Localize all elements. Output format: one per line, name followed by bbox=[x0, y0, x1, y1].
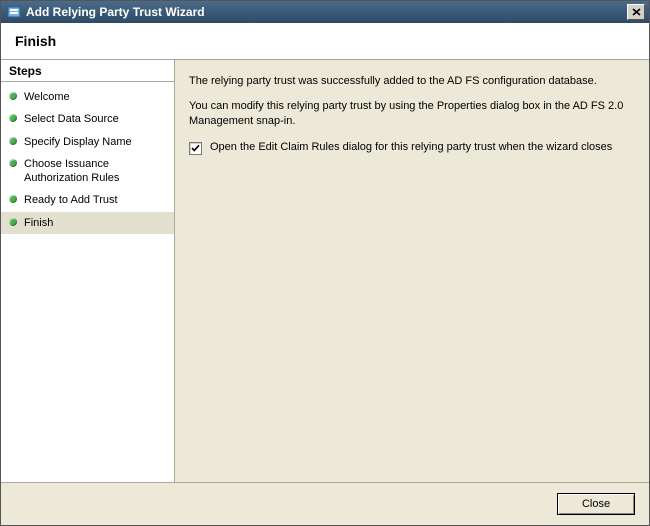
step-bullet-icon bbox=[9, 114, 17, 122]
content-pane: The relying party trust was successfully… bbox=[175, 60, 649, 482]
success-message: The relying party trust was successfully… bbox=[189, 74, 635, 89]
step-choose-issuance-rules[interactable]: Choose Issuance Authorization Rules bbox=[1, 153, 174, 190]
steps-heading: Steps bbox=[1, 60, 174, 82]
step-bullet-icon bbox=[9, 137, 17, 145]
button-bar: Close bbox=[1, 482, 649, 525]
window-title: Add Relying Party Trust Wizard bbox=[26, 5, 627, 19]
step-label: Finish bbox=[24, 216, 53, 230]
step-welcome[interactable]: Welcome bbox=[1, 86, 174, 108]
app-icon bbox=[7, 5, 21, 19]
wizard-body: Steps Welcome Select Data Source Specify… bbox=[1, 60, 649, 482]
checkmark-icon bbox=[190, 143, 201, 154]
page-header: Finish bbox=[1, 23, 649, 60]
open-claim-rules-checkbox[interactable] bbox=[189, 142, 202, 155]
info-message: You can modify this relying party trust … bbox=[189, 99, 635, 129]
wizard-window: Add Relying Party Trust Wizard Finish St… bbox=[0, 0, 650, 526]
step-bullet-icon bbox=[9, 195, 17, 203]
step-ready-to-add-trust[interactable]: Ready to Add Trust bbox=[1, 189, 174, 211]
step-bullet-icon bbox=[9, 218, 17, 226]
steps-sidebar: Steps Welcome Select Data Source Specify… bbox=[1, 60, 175, 482]
step-select-data-source[interactable]: Select Data Source bbox=[1, 108, 174, 130]
close-icon bbox=[632, 8, 641, 16]
open-claim-rules-label: Open the Edit Claim Rules dialog for thi… bbox=[210, 141, 612, 153]
open-claim-rules-option: Open the Edit Claim Rules dialog for thi… bbox=[189, 141, 635, 155]
window-close-button[interactable] bbox=[627, 4, 645, 20]
step-label: Choose Issuance Authorization Rules bbox=[24, 157, 168, 186]
step-label: Specify Display Name bbox=[24, 135, 132, 149]
steps-list: Welcome Select Data Source Specify Displ… bbox=[1, 82, 174, 234]
close-button[interactable]: Close bbox=[557, 493, 635, 515]
step-label: Welcome bbox=[24, 90, 70, 104]
step-label: Ready to Add Trust bbox=[24, 193, 118, 207]
titlebar: Add Relying Party Trust Wizard bbox=[1, 1, 649, 23]
step-specify-display-name[interactable]: Specify Display Name bbox=[1, 131, 174, 153]
step-label: Select Data Source bbox=[24, 112, 119, 126]
step-finish[interactable]: Finish bbox=[1, 212, 174, 234]
content-main: The relying party trust was successfully… bbox=[189, 74, 635, 472]
step-bullet-icon bbox=[9, 159, 17, 167]
step-bullet-icon bbox=[9, 92, 17, 100]
page-title: Finish bbox=[15, 33, 635, 49]
